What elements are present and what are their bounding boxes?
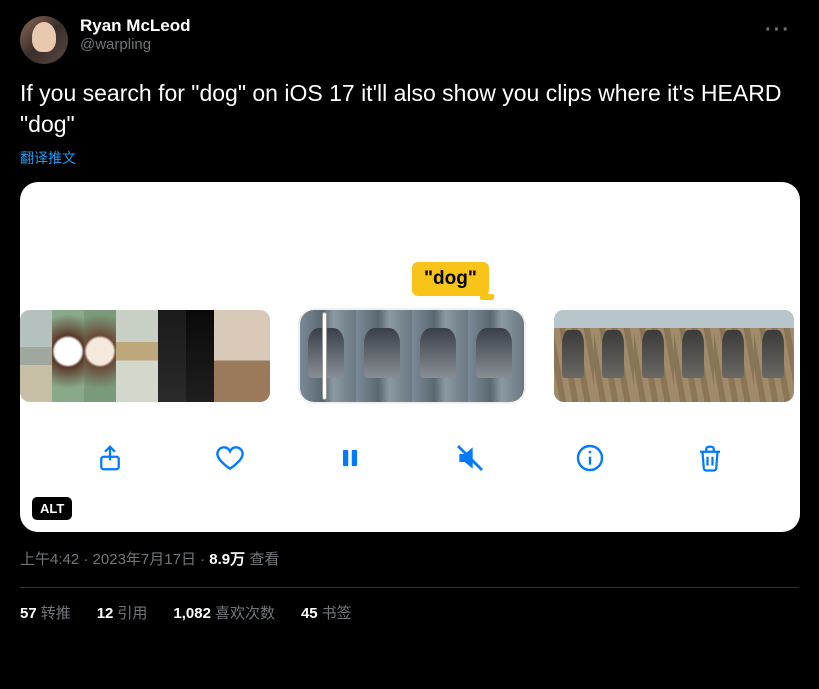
translate-link[interactable]: 翻译推文 xyxy=(20,148,76,168)
mute-button[interactable] xyxy=(450,438,490,478)
thumbnail[interactable] xyxy=(214,310,270,402)
alt-badge[interactable]: ALT xyxy=(32,497,72,520)
thumbnail[interactable] xyxy=(754,310,794,402)
search-token-label: "dog" xyxy=(412,262,489,296)
playhead[interactable] xyxy=(322,312,327,400)
thumbnail[interactable] xyxy=(186,310,214,402)
tweet-time[interactable]: 上午4:42 xyxy=(20,551,79,568)
thumbnail[interactable] xyxy=(412,310,468,402)
playhead-tick xyxy=(480,294,494,300)
thumbnail[interactable] xyxy=(634,310,674,402)
clip-group[interactable] xyxy=(20,310,270,402)
display-name[interactable]: Ryan McLeod xyxy=(80,16,745,36)
more-button[interactable]: ··· xyxy=(757,16,799,44)
views-label: 查看 xyxy=(249,551,279,568)
bookmarks-stat[interactable]: 45书签 xyxy=(301,602,352,623)
user-handle[interactable]: @warpling xyxy=(80,36,745,53)
clip-group[interactable] xyxy=(554,310,794,402)
tweet: Ryan McLeod @warpling ··· If you search … xyxy=(0,0,819,639)
thumbnail[interactable] xyxy=(356,310,412,402)
info-button[interactable] xyxy=(570,438,610,478)
thumbnail[interactable] xyxy=(158,310,186,402)
thumbnail[interactable] xyxy=(52,310,84,402)
divider xyxy=(20,587,799,588)
tweet-date[interactable]: 2023年7月17日 xyxy=(93,551,196,568)
thumbnail[interactable] xyxy=(116,310,158,402)
thumbnail[interactable] xyxy=(300,310,356,402)
quotes-stat[interactable]: 12引用 xyxy=(97,602,148,623)
likes-stat[interactable]: 1,082喜欢次数 xyxy=(173,602,275,623)
pause-button[interactable] xyxy=(330,438,370,478)
thumbnail[interactable] xyxy=(714,310,754,402)
avatar[interactable] xyxy=(20,16,68,64)
views-count[interactable]: 8.9万 xyxy=(209,551,245,568)
thumbnail[interactable] xyxy=(84,310,116,402)
tweet-text: If you search for "dog" on iOS 17 it'll … xyxy=(20,78,799,140)
thumbnail[interactable] xyxy=(674,310,714,402)
media-card[interactable]: "dog" xyxy=(20,182,800,532)
thumbnail[interactable] xyxy=(594,310,634,402)
video-timeline[interactable] xyxy=(20,310,800,402)
media-toolbar xyxy=(20,430,800,486)
retweets-stat[interactable]: 57转推 xyxy=(20,602,71,623)
tweet-header: Ryan McLeod @warpling ··· xyxy=(20,16,799,64)
heart-button[interactable] xyxy=(210,438,250,478)
clip-group-active[interactable] xyxy=(300,310,524,402)
thumbnail[interactable] xyxy=(554,310,594,402)
trash-button[interactable] xyxy=(690,438,730,478)
share-button[interactable] xyxy=(90,438,130,478)
stats-row: 57转推 12引用 1,082喜欢次数 45书签 xyxy=(20,602,799,623)
tweet-meta: 上午4:42 · 2023年7月17日 · 8.9万 查看 xyxy=(20,548,799,569)
user-info: Ryan McLeod @warpling xyxy=(80,16,745,53)
thumbnail[interactable] xyxy=(20,310,52,402)
thumbnail[interactable] xyxy=(468,310,524,402)
